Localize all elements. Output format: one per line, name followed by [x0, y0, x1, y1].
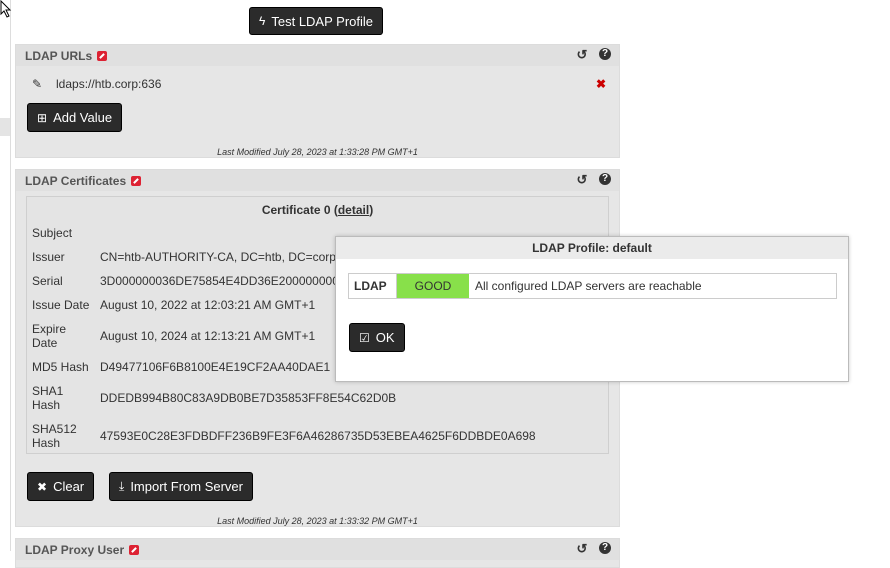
status-row: LDAP GOOD All configured LDAP servers ar…: [348, 273, 837, 299]
edit-icon[interactable]: [131, 175, 142, 186]
ldap-url-value[interactable]: ldaps://htb.corp:636: [56, 77, 161, 91]
certificate-detail-link[interactable]: detail: [338, 203, 369, 217]
cert-value: August 10, 2022 at 12:03:21 AM GMT+1: [100, 298, 316, 312]
cert-row-expire-date: Expire Date August 10, 2024 at 12:13:21 A…: [32, 322, 315, 350]
certificate-heading-end: ): [369, 203, 374, 217]
x-icon: ✖: [37, 479, 48, 494]
cert-label: SHA1 Hash: [32, 384, 64, 412]
cert-row-serial: Serial 3D000000036DE75854E4DD36E200000000: [32, 274, 339, 288]
cert-row-sha1: SHA1 Hash DDEDB994B80C83A9DB0BE7D35853FF8…: [32, 384, 396, 412]
ldap-urls-title: LDAP URLs: [25, 48, 93, 63]
status-row-label: LDAP: [349, 274, 397, 298]
help-icon[interactable]: ?: [599, 48, 611, 60]
cert-label: MD5 Hash: [32, 360, 89, 374]
cert-label: Serial: [32, 274, 63, 288]
cert-value: August 10, 2024 at 12:13:21 AM GMT+1: [100, 329, 316, 343]
cert-value: D49477106F6B8100E4E19CF2AA40DAE1: [100, 360, 331, 374]
certificate-heading-text: Certificate 0 (: [261, 203, 338, 217]
dialog-title: LDAP Profile: default: [336, 237, 848, 259]
cert-label: Subject: [32, 226, 73, 240]
ldap-proxy-user-header: LDAP Proxy User ↺ ?: [16, 539, 619, 560]
help-icon[interactable]: ?: [599, 542, 611, 554]
add-value-label: Add Value: [53, 110, 113, 125]
ldap-urls-panel: LDAP URLs ↺ ? ✎ ldaps://htb.corp:636 ✖ ⊞…: [15, 44, 620, 158]
delete-icon[interactable]: ✖: [596, 77, 606, 91]
check-square-icon: ☑: [359, 330, 370, 345]
ldap-certificates-title: LDAP Certificates: [25, 173, 127, 188]
status-badge: GOOD: [397, 274, 469, 298]
clear-button[interactable]: ✖ Clear: [27, 472, 95, 501]
mouse-cursor-icon: [0, 0, 12, 18]
undo-icon[interactable]: ↺: [575, 48, 589, 62]
ldap-certificates-header: LDAP Certificates ↺ ?: [16, 170, 619, 191]
edit-icon[interactable]: [97, 50, 108, 61]
ok-label: OK: [375, 330, 395, 345]
cert-label: Expire Date: [32, 322, 67, 350]
ldap-urls-header: LDAP URLs ↺ ?: [16, 45, 619, 66]
cert-value: 3D000000036DE75854E4DD36E200000000: [100, 274, 339, 288]
help-icon[interactable]: ?: [599, 173, 611, 185]
cert-value: 47593E0C28E3FDBDFF236B9FE3F6A46286735D53…: [100, 429, 536, 443]
plus-square-icon: ⊞: [37, 110, 48, 125]
cert-row-issue-date: Issue Date August 10, 2022 at 12:03:21 AM…: [32, 298, 315, 312]
clear-label: Clear: [53, 479, 85, 494]
import-from-server-button[interactable]: ⤓ Import From Server: [109, 472, 253, 501]
left-rail: [0, 0, 11, 551]
cert-row-sha512: SHA512 Hash 47593E0C28E3FDBDFF236B9FE3F6A…: [32, 422, 536, 450]
ok-button[interactable]: ☑ OK: [349, 323, 405, 352]
bolt-icon: ϟ: [259, 14, 266, 28]
cert-label: SHA512 Hash: [32, 422, 77, 450]
cert-label: Issuer: [32, 250, 65, 264]
cert-label: Issue Date: [32, 298, 90, 312]
import-label: Import From Server: [130, 479, 243, 494]
cert-row-issuer: Issuer CN=htb-AUTHORITY-CA, DC=htb, DC=co…: [32, 250, 336, 264]
pencil-icon[interactable]: ✎: [32, 77, 44, 91]
test-ldap-profile-label: Test LDAP Profile: [271, 13, 373, 29]
cert-row-subject: Subject: [32, 226, 100, 240]
undo-icon[interactable]: ↺: [575, 542, 589, 556]
test-ldap-profile-button[interactable]: ϟ Test LDAP Profile: [249, 7, 383, 35]
edit-icon[interactable]: [129, 544, 140, 555]
ldap-urls-last-modified: Last Modified July 28, 2023 at 1:33:28 P…: [217, 147, 418, 157]
cert-row-md5: MD5 Hash D49477106F6B8100E4E19CF2AA40DAE1: [32, 360, 330, 374]
left-rail-tab[interactable]: [0, 118, 10, 136]
cert-value: CN=htb-AUTHORITY-CA, DC=htb, DC=corp: [100, 250, 336, 264]
download-icon: ⤓: [119, 479, 125, 493]
status-message: All configured LDAP servers are reachabl…: [475, 279, 702, 293]
ldap-certificates-last-modified: Last Modified July 28, 2023 at 1:33:32 P…: [217, 516, 418, 526]
ldap-proxy-user-title: LDAP Proxy User: [25, 542, 125, 557]
cert-value: DDEDB994B80C83A9DB0BE7D35853FF8E54C62D0B: [100, 391, 397, 405]
ldap-profile-dialog: LDAP Profile: default LDAP GOOD All conf…: [335, 236, 849, 382]
certificate-heading: Certificate 0 (detail): [27, 203, 608, 217]
ldap-proxy-user-panel: LDAP Proxy User ↺ ?: [15, 538, 620, 568]
undo-icon[interactable]: ↺: [575, 173, 589, 187]
add-value-button[interactable]: ⊞ Add Value: [27, 103, 123, 132]
ldap-url-row: ✎ ldaps://htb.corp:636 ✖: [32, 75, 612, 93]
